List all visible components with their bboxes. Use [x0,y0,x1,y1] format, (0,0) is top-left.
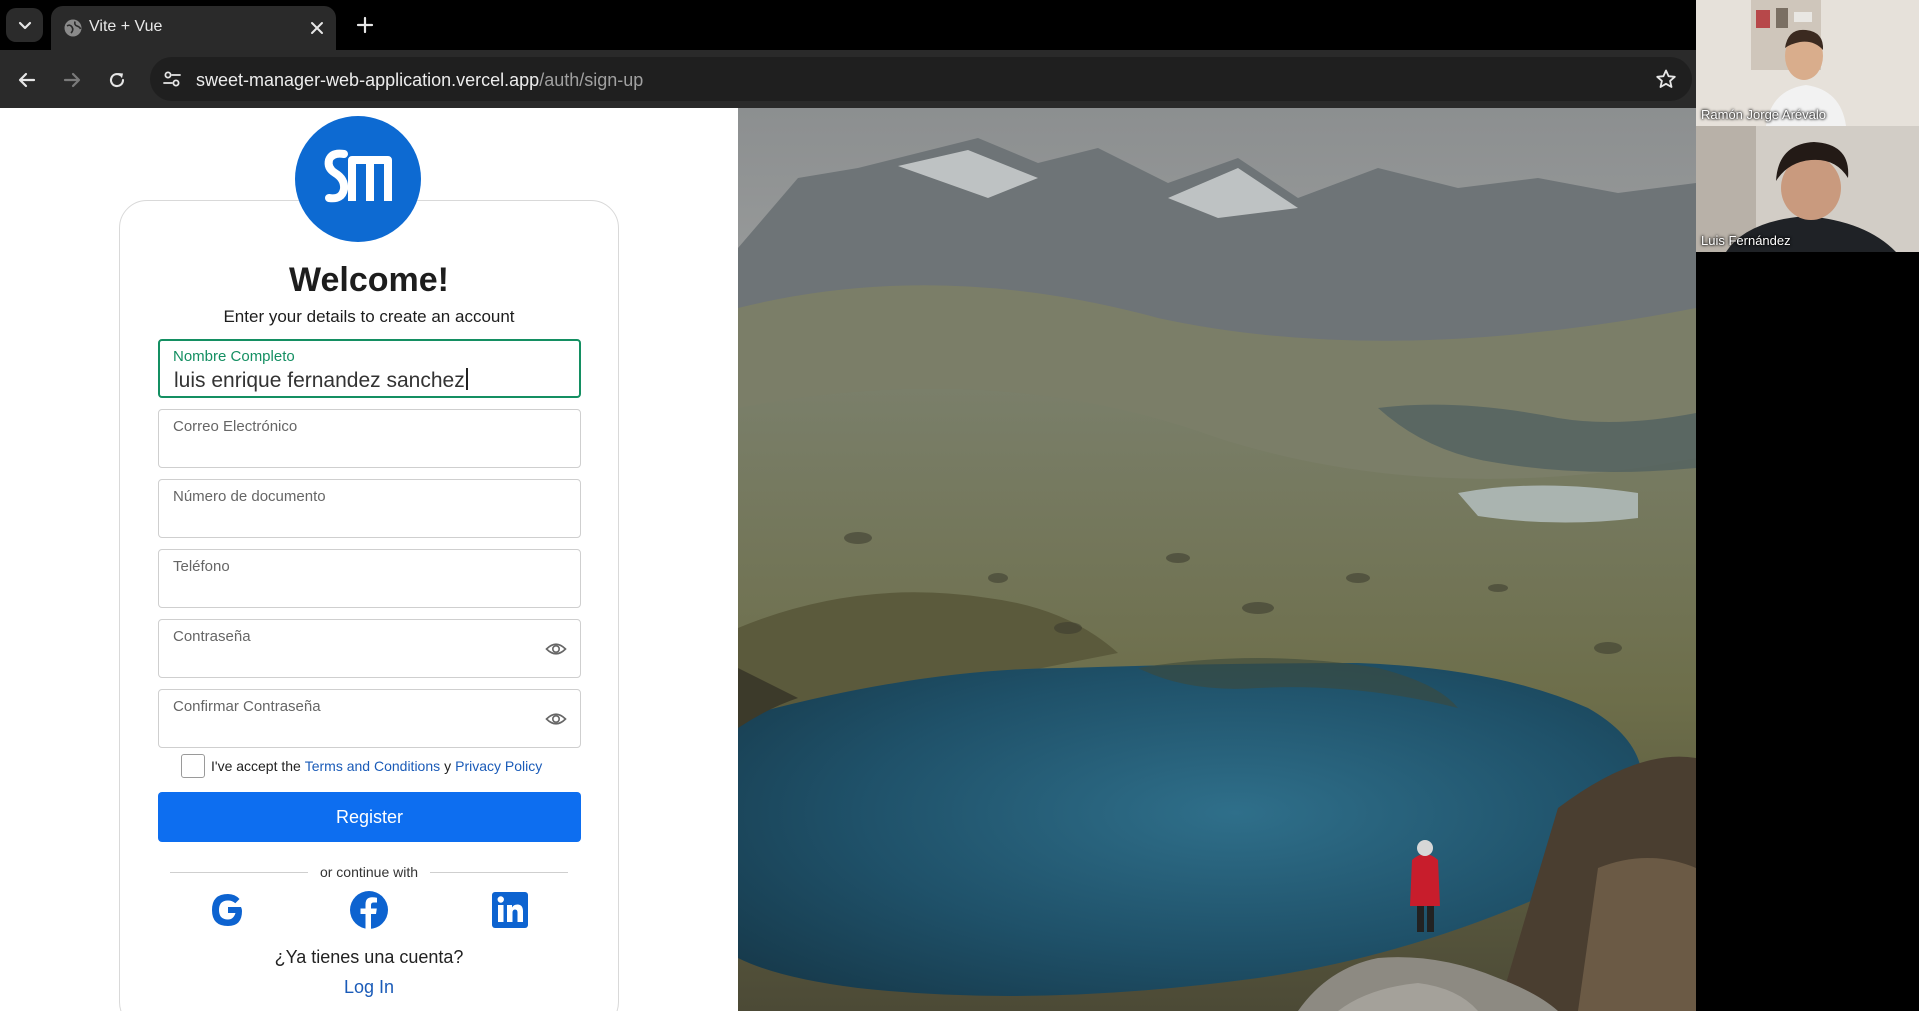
phone-field[interactable]: Teléfono [158,549,581,608]
google-icon [212,894,242,926]
register-button[interactable]: Register [158,792,581,842]
privacy-link[interactable]: Privacy Policy [455,758,542,774]
brand-logo [295,116,421,242]
browser-tabstrip: Vite + Vue [0,0,1696,50]
terms-conjunction: y [444,758,452,774]
tab-search-button[interactable] [6,8,43,42]
password-field[interactable]: Contraseña [158,619,581,678]
reload-icon [110,73,125,88]
facebook-login-button[interactable] [348,889,390,931]
forward-arrow-icon [63,72,81,88]
screen: Vite + Vue sweet-manager-web-application… [0,0,1919,1011]
full-name-value: luis enrique fernandez sanchez [174,368,468,393]
star-icon [1656,69,1676,88]
facebook-icon [350,891,388,929]
back-button[interactable] [13,66,41,94]
back-arrow-icon [18,72,36,88]
phone-label: Teléfono [173,558,230,575]
bookmark-button[interactable] [1654,67,1678,91]
address-bar[interactable]: sweet-manager-web-application.vercel.app… [150,57,1692,101]
linkedin-icon [492,892,528,928]
participant-name: Luis Fernández [1701,233,1791,248]
terms-link[interactable]: Terms and Conditions [305,758,440,774]
landscape-picture [738,108,1696,1011]
confirm-password-label: Confirmar Contraseña [173,698,321,715]
url-host: sweet-manager-web-application.vercel.app [196,70,540,90]
site-settings-icon [163,71,181,87]
terms-row: I've accept the Terms and Conditions y Pri… [181,754,542,778]
welcome-heading: Welcome! [289,261,449,299]
full-name-text: luis enrique fernandez sanchez [174,369,465,392]
toggle-password-visibility[interactable] [544,637,568,661]
divider-line [170,871,308,873]
terms-checkbox[interactable] [181,754,205,778]
new-tab-button[interactable] [352,12,378,38]
video-panel-background [1696,252,1919,1011]
video-tile-participant-1[interactable]: Ramón Jorge Arévalo [1696,0,1919,126]
full-name-label: Nombre Completo [173,348,295,365]
landscape-image [738,108,1696,1011]
tab-title: Vite + Vue [89,18,163,35]
text-caret [465,368,468,390]
eye-icon [545,643,567,655]
email-field[interactable]: Correo Electrónico [158,409,581,468]
tab-close-button[interactable] [306,17,328,39]
reload-button[interactable] [103,66,131,94]
email-label: Correo Electrónico [173,418,298,435]
browser-tab-active[interactable]: Vite + Vue [51,6,336,50]
url-path: /auth/sign-up [539,70,644,90]
eye-icon [545,713,567,725]
url-text[interactable]: sweet-manager-web-application.vercel.app… [196,70,643,91]
social-divider: or continue with [170,862,568,882]
terms-prefix: I've accept the [211,758,301,774]
document-number-field[interactable]: Número de documento [158,479,581,538]
confirm-password-field[interactable]: Confirmar Contraseña [158,689,581,748]
google-login-button[interactable] [207,889,249,931]
signup-subtitle: Enter your details to create an account [223,307,515,326]
chevron-down-icon [18,21,31,30]
login-link[interactable]: Log In [0,977,738,998]
plus-icon [356,16,374,34]
site-info-button[interactable] [160,67,184,91]
web-page: Welcome! Enter your details to create an… [0,108,1696,1011]
divider-text: or continue with [319,864,419,880]
browser-toolbar: sweet-manager-web-application.vercel.app… [0,50,1696,108]
close-icon [311,22,323,34]
sm-logo-icon [324,149,392,203]
video-tile-participant-2[interactable]: Luis Fernández [1696,126,1919,252]
document-number-label: Número de documento [173,488,326,505]
forward-button[interactable] [58,66,86,94]
have-account-text: ¿Ya tienes una cuenta? [274,947,464,967]
globe-icon [64,19,82,37]
linkedin-login-button[interactable] [489,889,531,931]
signup-pane: Welcome! Enter your details to create an… [0,108,738,1011]
full-name-field[interactable]: Nombre Completo luis enrique fernandez s… [158,339,581,398]
divider-line [430,871,568,873]
toggle-confirm-password-visibility[interactable] [544,707,568,731]
participant-name: Ramón Jorge Arévalo [1701,107,1827,122]
password-label: Contraseña [173,628,251,645]
